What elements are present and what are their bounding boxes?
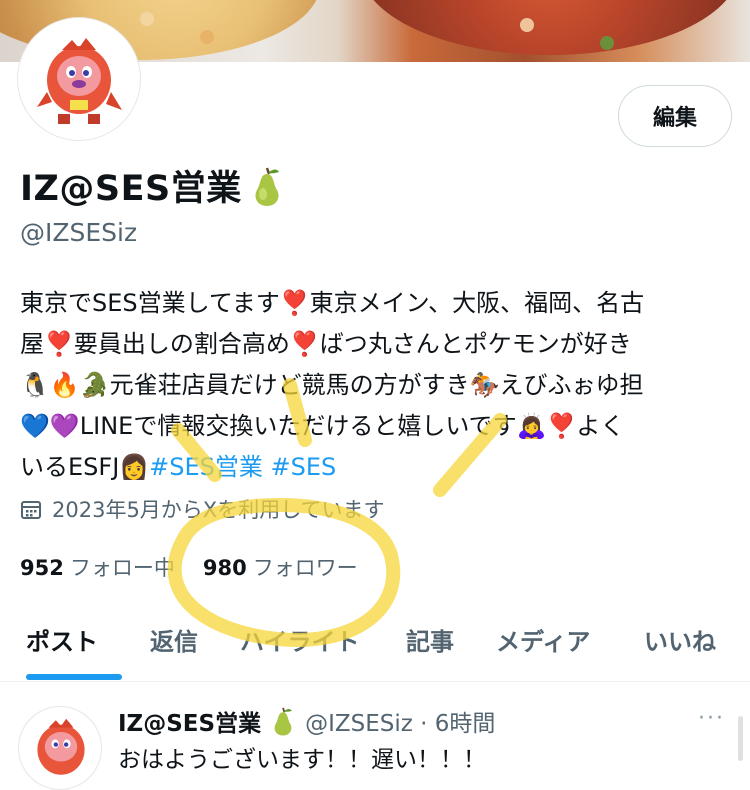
following-link[interactable]: 952 フォロー中 [20, 552, 175, 582]
bio-line: 🐧🔥🐊 元雀荘店員だけど競馬の方がすき 🏇 えびふぉゆ担 [20, 365, 730, 406]
follow-stats: 952 フォロー中 980 フォロワー [20, 552, 358, 582]
tab-highlights[interactable]: ハイライト [240, 622, 360, 657]
bowing-woman-emoji: 🙇‍♀️ [516, 412, 547, 440]
pear-icon [255, 167, 279, 206]
bio-text: 東京でSES営業してます [20, 289, 280, 317]
bio-text: 東京メイン、大阪、福岡、名古 [309, 289, 645, 317]
penguin-fire-dragon-emoji: 🐧🔥🐊 [20, 371, 110, 399]
profile-bio: 東京でSES営業してます ❣️ 東京メイン、大阪、福岡、名古 屋 ❣️ 要員出し… [20, 283, 730, 488]
bio-text: ばつ丸さんとポケモンが好き [319, 330, 632, 358]
tab-posts[interactable]: ポスト [26, 622, 98, 657]
bio-text: LINEで情報交換いただけると嬉しいです [79, 412, 517, 440]
tab-media[interactable]: メディア [496, 622, 590, 657]
followers-label: フォロワー [252, 556, 358, 580]
bio-hashtags[interactable]: #SES営業 #SES [149, 447, 336, 488]
banner-topping [520, 18, 534, 32]
post-item[interactable]: IZ@SES営業 @IZSESiz · 6時間 ··· おはようございます！！遅… [0, 682, 750, 790]
profile-name: IZ@SES営業 [20, 169, 242, 209]
edit-profile-button[interactable]: 編集 [618, 85, 732, 147]
bio-text: えびふぉゆ担 [499, 371, 644, 399]
banner-pizza-right [360, 0, 740, 55]
bio-line: 東京でSES営業してます ❣️ 東京メイン、大阪、福岡、名古 [20, 283, 730, 324]
profile-avatar[interactable] [18, 18, 140, 140]
banner-topping [600, 36, 614, 50]
heart-exclamation-emoji: ❣️ [279, 289, 310, 317]
post-handle-time: @IZSESiz · 6時間 [305, 711, 496, 737]
heart-exclamation-emoji: ❣️ [44, 330, 74, 358]
bio-text: いるESFJ [20, 453, 120, 481]
bio-text: 元雀荘店員だけど競馬の方がすき [109, 371, 470, 399]
banner-topping [200, 30, 214, 44]
followers-link[interactable]: 980 フォロワー [203, 552, 358, 582]
following-count: 952 [20, 556, 64, 580]
post-avatar[interactable] [18, 706, 102, 790]
tab-articles[interactable]: 記事 [406, 622, 454, 657]
bio-text: 屋 [20, 330, 44, 358]
post-header: IZ@SES営業 @IZSESiz · 6時間 [118, 704, 495, 738]
tab-likes[interactable]: いいね [644, 622, 716, 657]
post-text: おはようございます！！遅い！！！ [118, 747, 486, 773]
profile-handle: @IZSESiz [20, 218, 138, 247]
horse-racing-emoji: 🏇 [469, 371, 500, 399]
active-tab-indicator [26, 674, 122, 680]
bio-line: いるESFJ 👩 #SES営業 #SES [20, 447, 730, 488]
joined-text: 2023年5月からXを利用しています [52, 498, 385, 522]
joined-date: 2023年5月からXを利用しています [20, 494, 385, 524]
heart-exclamation-emoji: ❣️ [289, 330, 320, 358]
profile-tabs: ポスト 返信 ハイライト 記事 メディア いいね [0, 610, 750, 682]
pear-icon [274, 707, 292, 736]
bio-line: 屋 ❣️ 要員出しの割合高め ❣️ ばつ丸さんとポケモンが好き [20, 324, 730, 365]
post-author-name[interactable]: IZ@SES営業 [118, 704, 261, 738]
profile-name-row: IZ@SES営業 [20, 160, 286, 211]
woman-emoji: 👩 [119, 453, 150, 481]
following-label: フォロー中 [69, 556, 175, 580]
followers-count: 980 [202, 556, 247, 580]
tab-replies[interactable]: 返信 [150, 622, 198, 657]
mascot-avatar-image [37, 38, 122, 124]
heart-exclamation-emoji: ❣️ [546, 412, 577, 440]
calendar-icon [21, 501, 41, 519]
mascot-avatar-image [37, 718, 85, 775]
blue-purple-heart-emoji: 💙💜 [20, 412, 80, 440]
more-options-icon[interactable]: ··· [698, 706, 725, 731]
bio-text: 要員出しの割合高め [73, 330, 290, 358]
banner-topping [140, 12, 154, 26]
bio-line: 💙💜 LINEで情報交換いただけると嬉しいです 🙇‍♀️ ❣️ よく [20, 406, 730, 447]
bio-text: よく [576, 412, 625, 440]
scrollbar[interactable] [738, 716, 743, 761]
